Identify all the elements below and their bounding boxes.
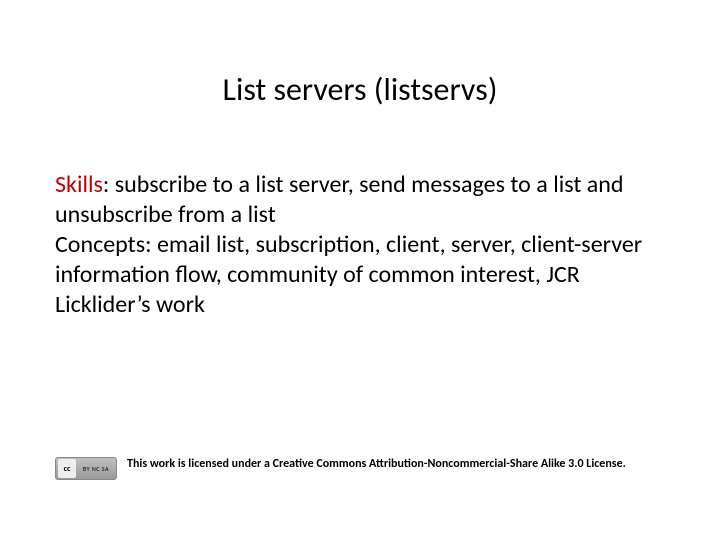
concepts-label: Concepts <box>55 230 145 259</box>
slide-title: List servers (listservs) <box>0 70 720 109</box>
cc-badge-icon: cc BY NC SA <box>55 457 117 480</box>
footer: cc BY NC SA This work is licensed under … <box>55 457 665 480</box>
cc-terms-icon: BY NC SA <box>78 459 114 478</box>
cc-logo-icon: cc <box>58 459 76 478</box>
skills-text: : subscribe to a list server, send messa… <box>55 170 624 229</box>
license-text: This work is licensed under a Creative C… <box>127 457 665 472</box>
slide: List servers (listservs) Skills: subscri… <box>0 0 720 540</box>
slide-body: Skills: subscribe to a list server, send… <box>55 170 665 320</box>
skills-label: Skills <box>55 170 103 199</box>
